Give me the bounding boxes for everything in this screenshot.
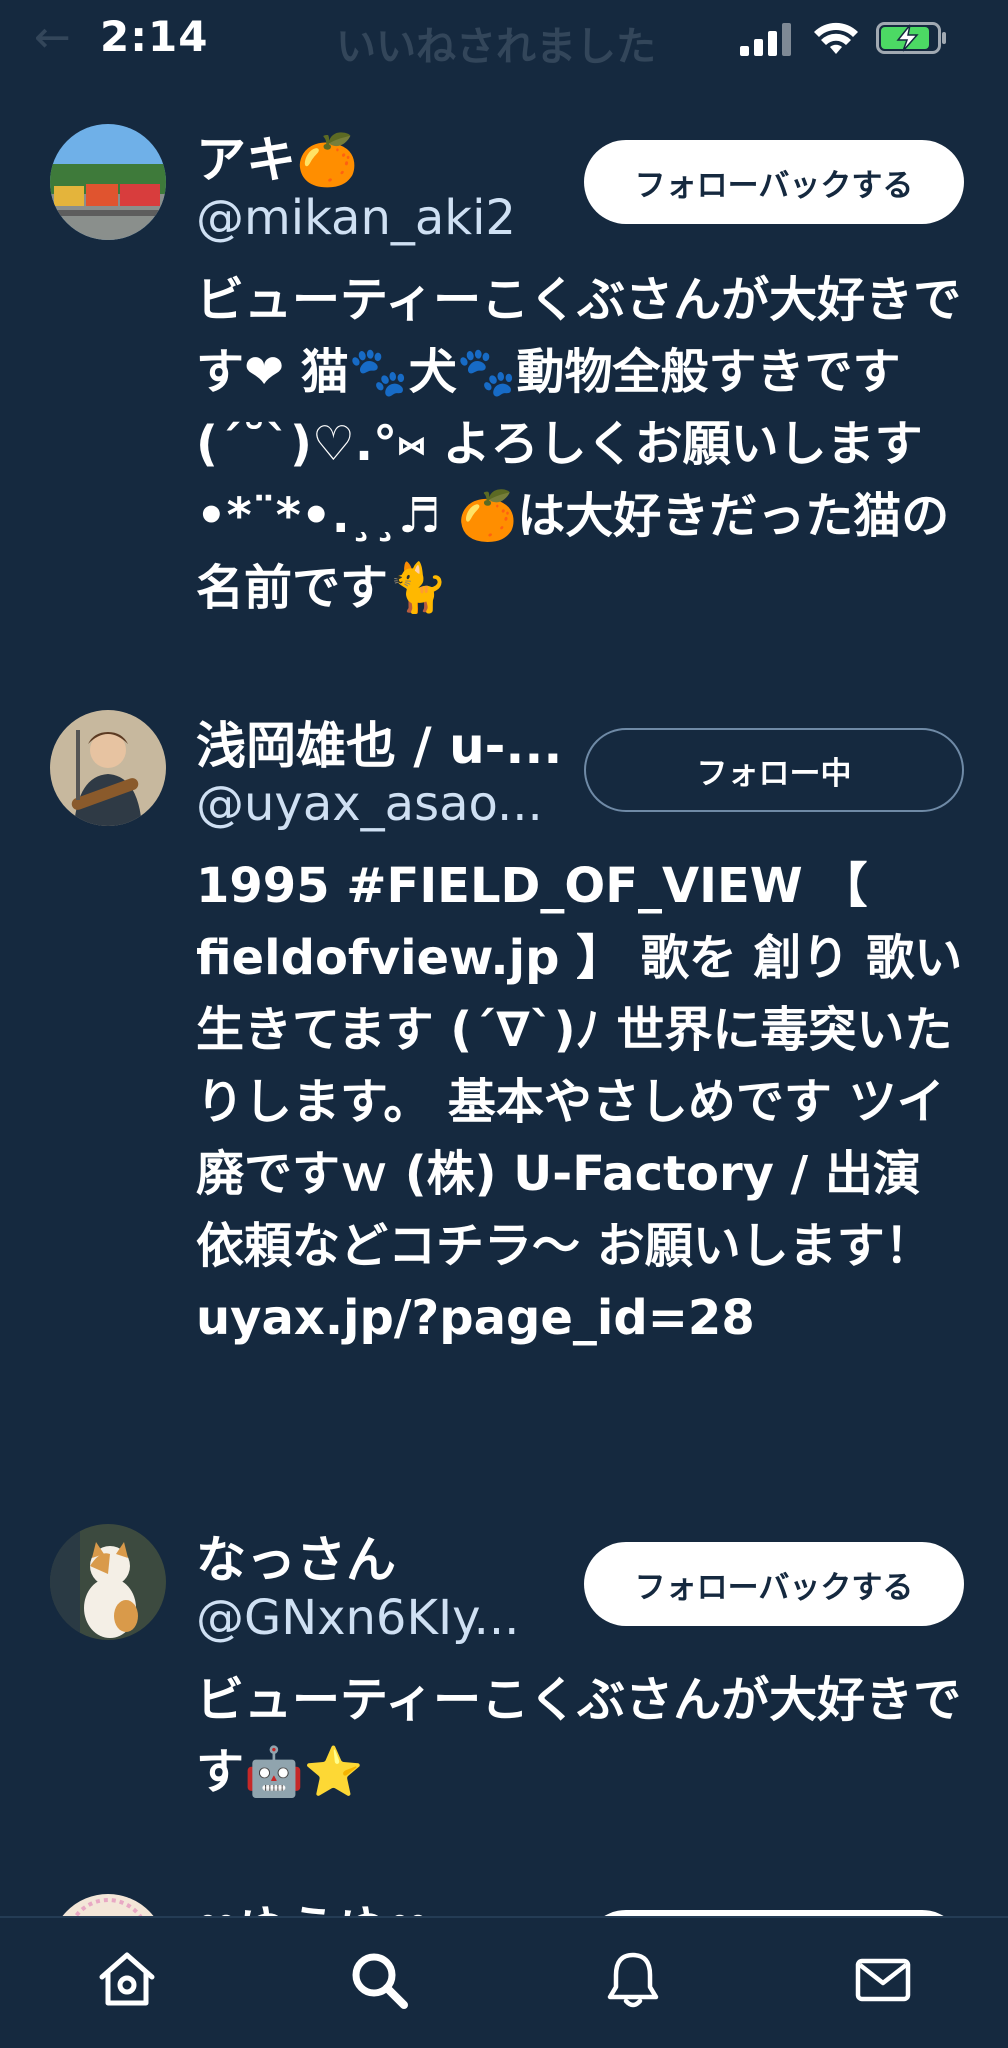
user-handle: @GNxn6KIy... [196,1590,520,1646]
avatar[interactable] [50,1524,166,1640]
status-bar: ← いいねされました 2:14 [0,0,1008,80]
screen: ← いいねされました 2:14 アキ🍊 @mikan_aki2 フォローバックす… [0,0,1008,2048]
bell-icon [607,1952,659,2008]
home-icon [99,1952,155,2006]
status-icons [740,18,960,58]
battery-charging-icon [876,22,946,54]
user-handle: @mikan_aki2 [196,190,516,246]
tab-home[interactable] [82,1940,172,2020]
follow-back-button[interactable]: フォローバックする [584,1542,964,1626]
user-name: なっさん [196,1531,396,1589]
following-button[interactable]: フォロー中 [584,728,964,812]
nav-title: いいねされました [336,24,656,70]
avatar[interactable] [50,1894,166,1916]
signal-icon [740,22,796,56]
user-bio: 1995 #FIELD_OF_VIEW 【 fieldofview.jp 】 歌… [196,858,963,1346]
user-cell[interactable]: アキ🍊 @mikan_aki2 フォローバックする ビューティーこくぶさんが大好… [0,100,1008,700]
tab-bar [0,1916,1008,2048]
back-arrow-icon[interactable]: ← [34,12,71,63]
user-name: アキ🍊 [196,131,359,189]
mail-icon [855,1958,911,2002]
tab-notifications[interactable] [588,1940,678,2020]
status-time: 2:14 [100,12,209,61]
user-bio: ビューティーこくぶさんが大好きです🤖⭐ [196,1672,962,1800]
user-bio: ビューティーこくぶさんが大好きです❤︎ 猫🐾犬🐾動物全般すきです(´˘`)♡.°… [196,272,962,616]
tab-messages[interactable] [838,1940,928,2020]
user-name: 浅岡雄也 / u-... [196,717,563,775]
avatar[interactable] [50,710,166,826]
user-cell[interactable]: 浅岡雄也 / u-... @uyax_asao... フォロー中 1995 #F… [0,700,1008,1510]
tab-search[interactable] [334,1940,424,2020]
follow-back-button[interactable]: フォローバックする [584,140,964,224]
search-icon [352,1953,408,2009]
avatar[interactable] [50,124,166,240]
user-handle: @uyax_asao... [196,776,543,832]
likers-list: アキ🍊 @mikan_aki2 フォローバックする ビューティーこくぶさんが大好… [0,100,1008,1916]
user-cell[interactable]: なっさん @GNxn6KIy... フォローバックする ビューティーこくぶさんが… [0,1510,1008,1890]
user-name: ❤ゆうゆ❤ [196,1890,430,1916]
user-cell[interactable]: ❤ゆうゆ❤ [0,1890,1008,1916]
wifi-icon [814,22,858,54]
